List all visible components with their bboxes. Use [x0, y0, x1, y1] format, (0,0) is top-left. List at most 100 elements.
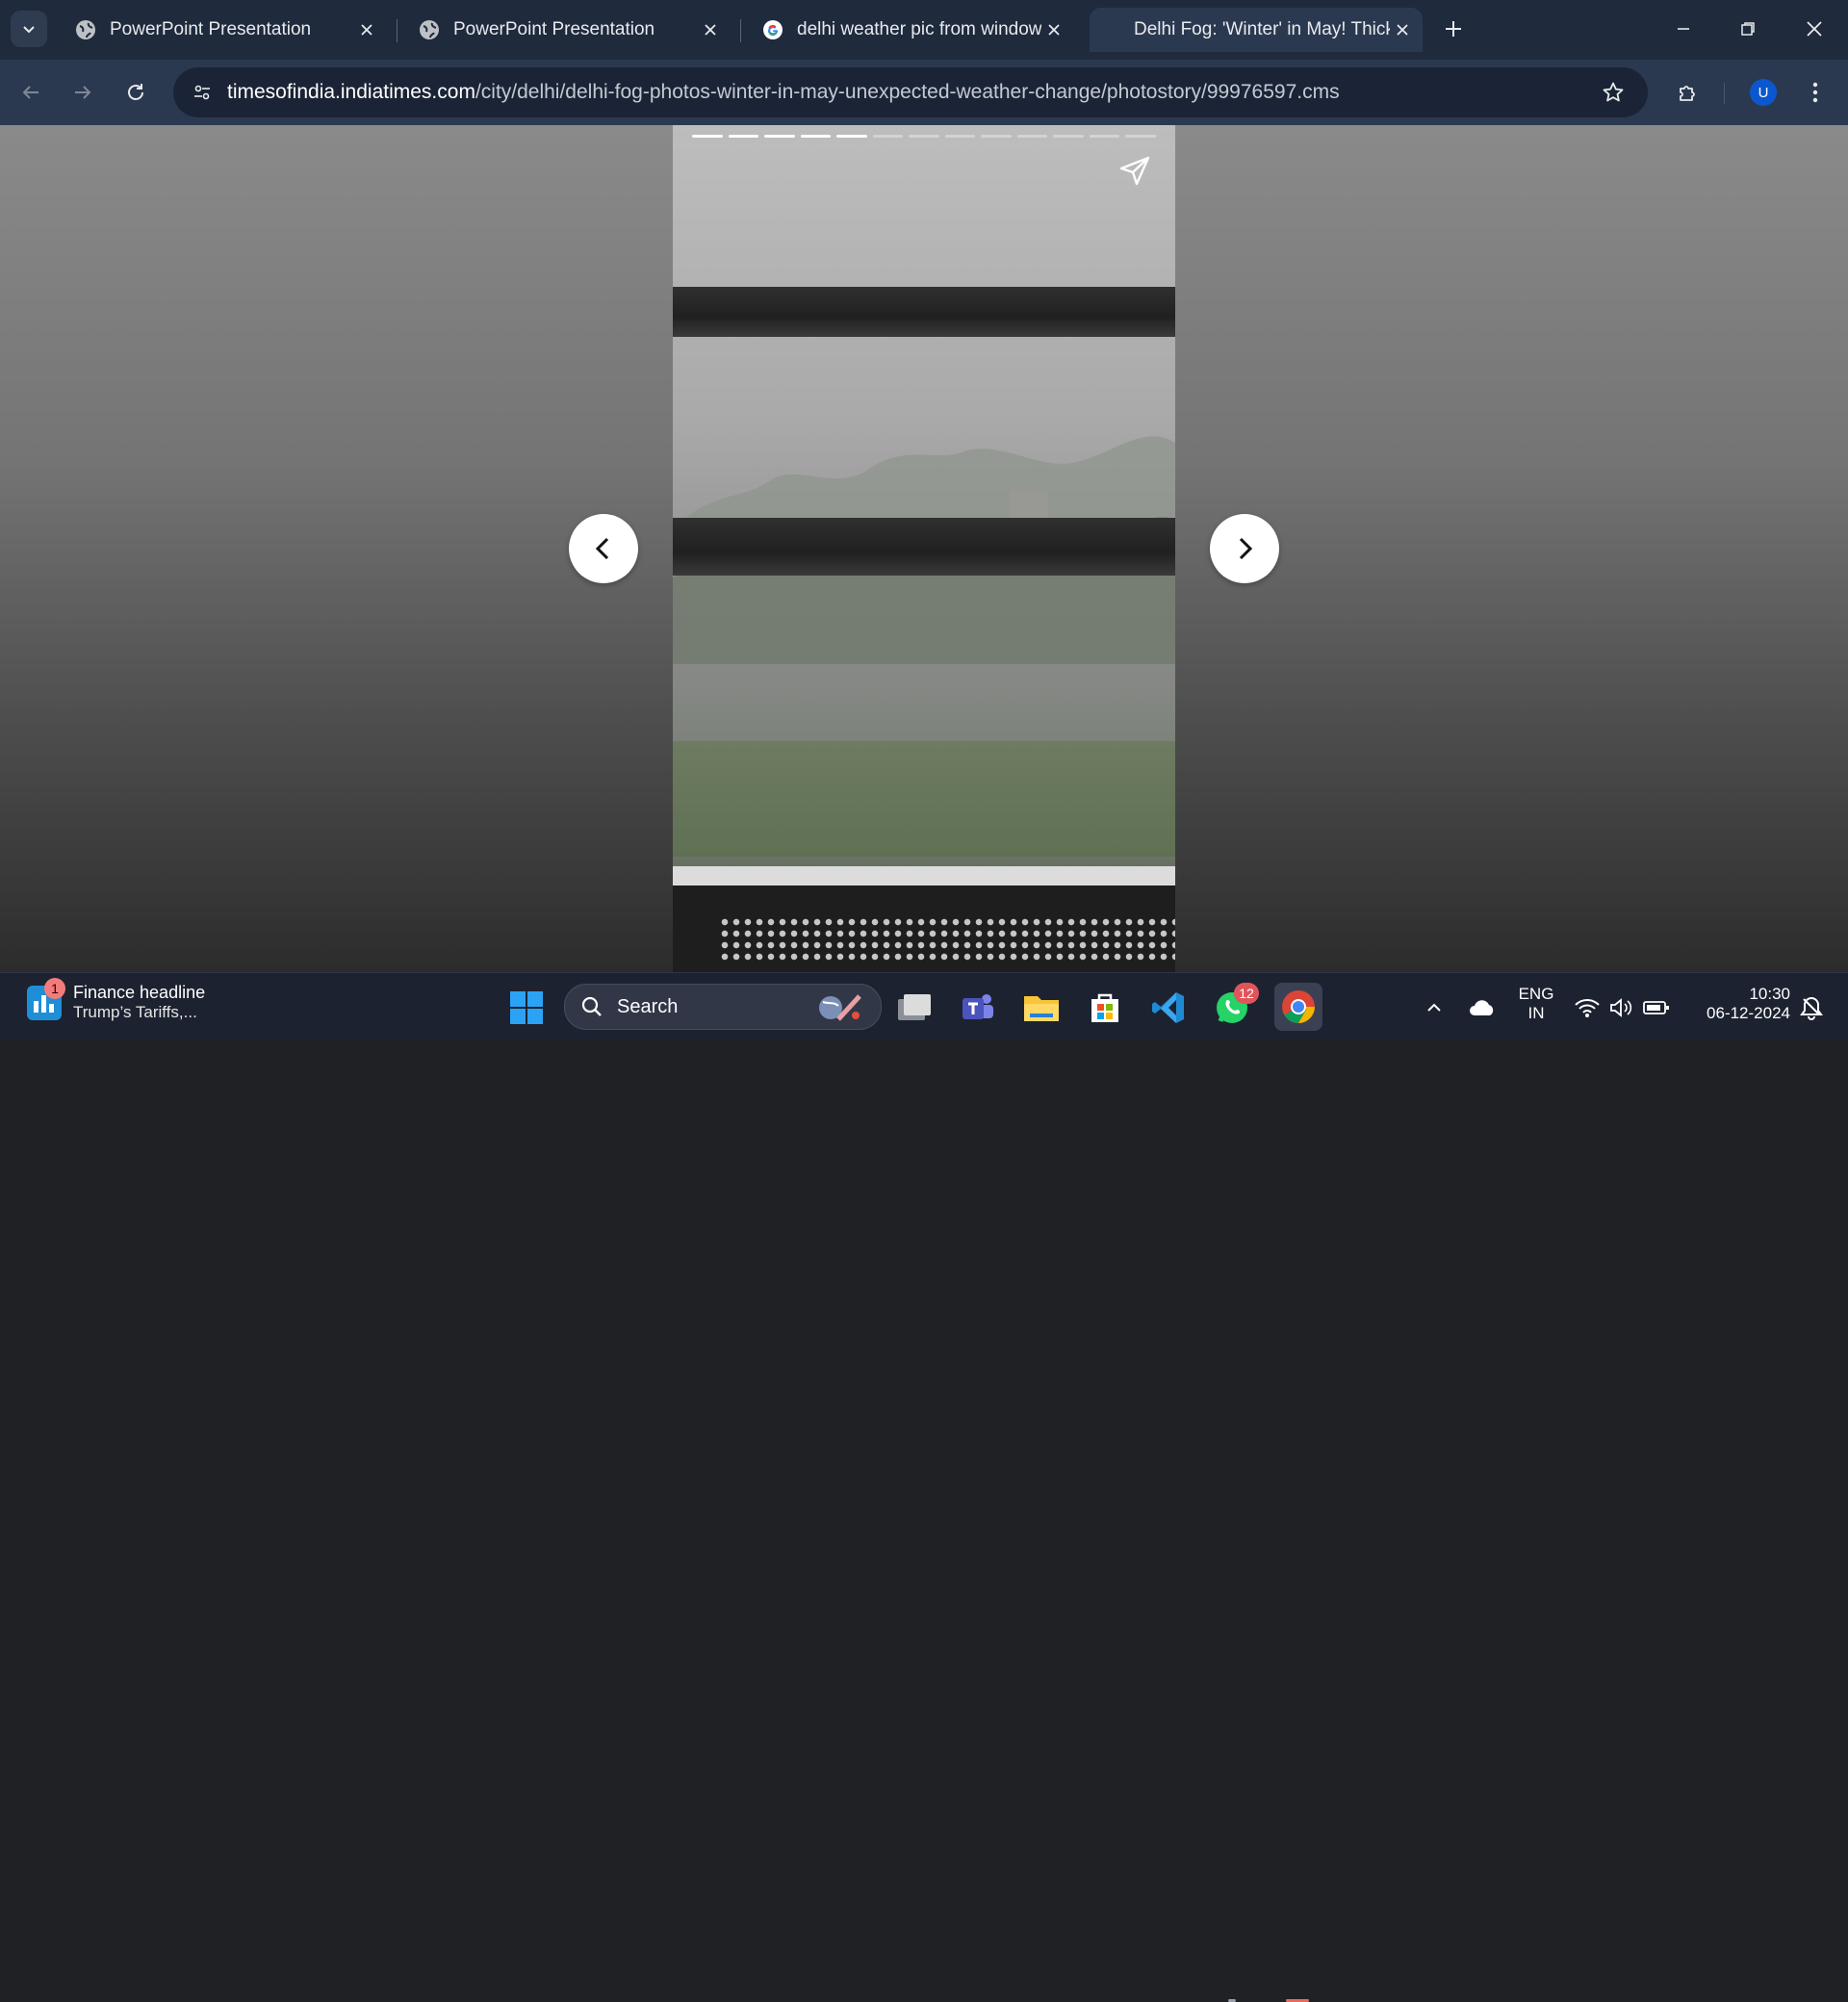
- window-sill: [673, 866, 1175, 887]
- clock[interactable]: 10:30 06-12-2024: [1684, 985, 1790, 1023]
- folder-icon: [1024, 996, 1059, 1021]
- vscode-button[interactable]: [1147, 987, 1190, 1029]
- puzzle-icon: [1680, 86, 1695, 101]
- browser-menu-button[interactable]: [1800, 75, 1831, 110]
- globe-icon: [420, 20, 439, 39]
- whatsapp-badge: 12: [1234, 983, 1259, 1004]
- onedrive-button[interactable]: [1461, 987, 1503, 1029]
- task-view-button[interactable]: [893, 987, 936, 1029]
- news-badge: 1: [44, 977, 65, 999]
- tab-title: delhi weather pic from window: [797, 19, 1041, 39]
- taskbar-search[interactable]: Search: [564, 984, 882, 1030]
- url-path: /city/delhi/delhi-fog-photos-winter-in-m…: [475, 81, 1340, 103]
- start-button[interactable]: [505, 987, 548, 1029]
- site-info-button[interactable]: [183, 73, 221, 112]
- close-tab-icon[interactable]: [1390, 17, 1415, 42]
- language-code: ENG: [1518, 985, 1554, 1003]
- story-progress-segment: [981, 135, 1012, 138]
- previous-slide-button[interactable]: [569, 514, 638, 583]
- story-progress-segment: [800, 135, 832, 138]
- tab-powerpoint-1[interactable]: PowerPoint Presentation: [60, 8, 387, 52]
- tab-strip: PowerPoint Presentation PowerPoint Prese…: [0, 0, 1848, 60]
- volume-icon: [1610, 998, 1632, 1017]
- close-tab-icon[interactable]: [354, 17, 379, 42]
- vscode-icon: [1152, 992, 1184, 1023]
- address-bar[interactable]: timesofindia.indiatimes.com/city/delhi/d…: [173, 67, 1648, 117]
- whatsapp-button[interactable]: 12: [1211, 983, 1259, 1029]
- tune-icon: [194, 85, 210, 100]
- cricket-highlight-icon: [819, 994, 861, 1021]
- tab-google-search[interactable]: delhi weather pic from window: [747, 8, 1074, 52]
- search-icon: [581, 996, 602, 1016]
- notifications-button[interactable]: [1792, 987, 1831, 1029]
- story-progress-segment: [872, 135, 904, 138]
- notification-bell-icon: [1800, 996, 1823, 1020]
- extensions-button[interactable]: [1671, 73, 1706, 112]
- clock-date: 06-12-2024: [1707, 1004, 1790, 1022]
- file-explorer-button[interactable]: [1020, 987, 1063, 1029]
- plus-icon: [1446, 21, 1461, 37]
- photostory-viewer: [0, 125, 1848, 972]
- wifi-icon: [1575, 999, 1600, 1017]
- google-icon: [763, 20, 783, 39]
- news-subtext: Trump’s Tariffs,...: [73, 1003, 197, 1021]
- story-progress-segment: [944, 135, 976, 138]
- story-photo: [673, 125, 1175, 972]
- cloud-icon: [1470, 1000, 1494, 1015]
- bookmark-button[interactable]: [1598, 77, 1629, 108]
- network-volume-battery[interactable]: [1569, 987, 1675, 1029]
- story-progress-segment: [1053, 135, 1084, 138]
- arrow-left-icon: [22, 86, 38, 99]
- url-host: timesofindia.indiatimes.com: [227, 81, 475, 103]
- window-rail: [673, 287, 1175, 337]
- arrow-right-icon: [75, 86, 91, 99]
- story-progress-segment: [692, 135, 723, 138]
- close-tab-icon[interactable]: [698, 17, 723, 42]
- chevron-left-icon: [595, 537, 609, 560]
- story-progress-segment: [728, 135, 759, 138]
- taskbar: 1 Finance headline Trump’s Tariffs,... S…: [0, 972, 1848, 2002]
- search-label: Search: [617, 996, 679, 1017]
- reload-button[interactable]: [116, 73, 155, 112]
- tab-powerpoint-2[interactable]: PowerPoint Presentation: [403, 8, 731, 52]
- chrome-button[interactable]: [1274, 983, 1322, 1031]
- windows-icon: [510, 991, 543, 1024]
- show-hidden-icons-button[interactable]: [1415, 987, 1453, 1029]
- tab-separator: [740, 19, 741, 42]
- window-rail: [673, 518, 1175, 576]
- battery-icon: [1643, 1001, 1669, 1014]
- story-progress: [692, 135, 1156, 138]
- back-button[interactable]: [12, 73, 50, 112]
- region-code: IN: [1527, 1004, 1545, 1022]
- tab-separator: [397, 19, 398, 42]
- tab-delhi-fog-active[interactable]: Delhi Fog: 'Winter' in May! Thick: [1090, 8, 1423, 52]
- restore-button[interactable]: [1724, 10, 1772, 48]
- close-tab-icon[interactable]: [1041, 17, 1066, 42]
- chevron-up-icon: [1427, 1003, 1441, 1012]
- teams-icon: [962, 994, 993, 1019]
- close-window-button[interactable]: [1790, 10, 1838, 48]
- tab-search-button[interactable]: [11, 11, 47, 47]
- news-headline: Finance headline: [73, 983, 206, 1002]
- url-text[interactable]: timesofindia.indiatimes.com/city/delhi/d…: [227, 81, 1340, 104]
- microsoft-store-button[interactable]: [1084, 987, 1126, 1029]
- store-icon: [1091, 993, 1118, 1022]
- teams-button[interactable]: [957, 987, 999, 1029]
- minimize-button[interactable]: [1659, 10, 1707, 48]
- profile-avatar[interactable]: U: [1750, 79, 1777, 106]
- star-icon: [1603, 82, 1624, 102]
- story-progress-segment: [764, 135, 795, 138]
- news-widget-icon: 1: [27, 977, 65, 1020]
- browser-toolbar: timesofindia.indiatimes.com/city/delhi/d…: [0, 60, 1848, 125]
- new-tab-button[interactable]: [1438, 13, 1469, 44]
- forward-button[interactable]: [64, 73, 102, 112]
- input-language[interactable]: ENG IN: [1513, 985, 1559, 1023]
- news-widget[interactable]: 1 Finance headline Trump’s Tariffs,...: [27, 977, 206, 1022]
- toolbar-divider: [1724, 83, 1725, 104]
- story-progress-segment: [909, 135, 939, 138]
- next-slide-button[interactable]: [1210, 514, 1279, 583]
- green-field: [673, 741, 1175, 857]
- share-icon[interactable]: [1117, 154, 1152, 189]
- more-vertical-icon: [1812, 82, 1818, 103]
- story-progress-segment: [836, 135, 867, 138]
